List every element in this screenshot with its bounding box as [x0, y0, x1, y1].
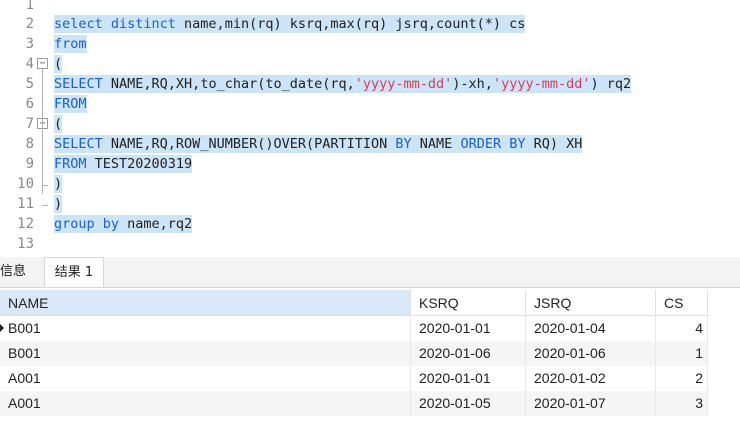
code-fragment: TEST20200319 [86, 156, 193, 172]
fold-toggle-icon[interactable]: − [37, 58, 48, 69]
keyword: from [54, 36, 87, 52]
code-fragment: name,rq2 [119, 216, 193, 232]
code-line-1: 1 [0, 0, 740, 15]
table-row[interactable]: B001 2020-01-01 2020-01-04 4 [0, 316, 708, 341]
code-line-5: 5 SELECT NAME,RQ,XH,to_char(to_date(rq,'… [0, 74, 740, 94]
line-number: 11 [17, 196, 34, 212]
code-fragment: ( [54, 116, 63, 132]
keyword: group by [54, 216, 120, 232]
code-fragment: ) [54, 176, 63, 192]
line-number: 3 [25, 36, 34, 52]
code-fragment: )-xh, [452, 76, 493, 92]
code-fragment: name,min(rq) ksrq,max(rq) jsrq,count(*) … [175, 16, 526, 32]
code-text: select distinct name,min(rq) ksrq,max(rq… [54, 15, 526, 33]
code-line-7: 7 − ( [0, 114, 740, 134]
line-number: 10 [17, 176, 34, 192]
result-tabs: 信息 结果 1 [0, 257, 740, 288]
code-text: ) [54, 175, 63, 193]
code-text: ( [54, 115, 63, 133]
fold-guide-end [42, 205, 48, 206]
line-number: 12 [17, 216, 34, 232]
keyword: FROM [54, 156, 87, 172]
result-grid: NAME KSRQ JSRQ CS B001 2020-01-01 2020-0… [0, 290, 740, 427]
cell-cs[interactable]: 3 [656, 391, 708, 416]
code-text: FROM TEST20200319 [54, 155, 193, 173]
cell-name[interactable]: A001 [0, 391, 411, 416]
code-fragment: ( [54, 56, 63, 72]
cell-ksrq[interactable]: 2020-01-01 [411, 316, 526, 341]
code-line-12: 12 group by name,rq2 [0, 214, 740, 234]
fold-guide-end [42, 185, 48, 186]
cell-jsrq[interactable]: 2020-01-04 [526, 316, 656, 341]
line-number: 7 [25, 116, 34, 132]
string-literal: 'yyyy-mm-dd' [492, 76, 591, 92]
keyword: select distinct [54, 16, 176, 32]
code-text: FROM [54, 95, 87, 113]
keyword: SELECT [54, 136, 103, 152]
cell-ksrq[interactable]: 2020-01-01 [411, 366, 526, 391]
line-number: 1 [25, 0, 34, 13]
code-text: ) [54, 195, 63, 213]
code-fragment: NAME,RQ,XH,to_char(to_date(rq, [102, 76, 355, 92]
code-fragment: RQ) XH [525, 136, 583, 152]
code-line-11: 11 ) [0, 194, 740, 214]
cell-ksrq[interactable]: 2020-01-05 [411, 391, 526, 416]
code-line-6: 6 FROM [0, 94, 740, 114]
column-header-cs[interactable]: CS [656, 290, 708, 316]
line-number: 6 [25, 96, 34, 112]
tab-result-1[interactable]: 结果 1 [44, 257, 104, 287]
cell-ksrq[interactable]: 2020-01-06 [411, 341, 526, 366]
code-line-10: 10 ) [0, 174, 740, 194]
cell-cs[interactable]: 4 [656, 316, 708, 341]
code-fragment: ) [54, 196, 63, 212]
line-number: 8 [25, 136, 34, 152]
cell-name[interactable]: A001 [0, 366, 411, 391]
tab-info[interactable]: 信息 [0, 257, 44, 287]
code-text: SELECT NAME,RQ,XH,to_char(to_date(rq,'yy… [54, 75, 632, 93]
code-line-9: 9 FROM TEST20200319 [0, 154, 740, 174]
fold-guide [42, 69, 43, 194]
code-line-2: 2 select distinct name,min(rq) ksrq,max(… [0, 14, 740, 34]
table-row[interactable]: A001 2020-01-01 2020-01-02 2 [0, 366, 708, 391]
keyword: FROM [54, 96, 87, 112]
cell-jsrq[interactable]: 2020-01-06 [526, 341, 656, 366]
code-line-3: 3 from [0, 34, 740, 54]
keyword: ORDER BY [460, 136, 526, 152]
column-header-jsrq[interactable]: JSRQ [526, 290, 656, 316]
line-number: 13 [17, 236, 34, 252]
cell-jsrq[interactable]: 2020-01-07 [526, 391, 656, 416]
table-row[interactable]: A001 2020-01-05 2020-01-07 3 [0, 391, 708, 416]
line-number: 9 [25, 156, 34, 172]
column-header-name[interactable]: NAME [0, 290, 411, 316]
code-text: ( [54, 55, 63, 73]
line-number: 2 [25, 16, 34, 32]
code-text: group by name,rq2 [54, 215, 193, 233]
cell-jsrq[interactable]: 2020-01-02 [526, 366, 656, 391]
cell-name[interactable]: B001 [0, 316, 411, 341]
sql-editor[interactable]: 1 2 select distinct name,min(rq) ksrq,ma… [0, 0, 740, 255]
cell-cs[interactable]: 2 [656, 366, 708, 391]
table-row[interactable]: B001 2020-01-06 2020-01-06 1 [0, 341, 708, 366]
code-text: from [54, 35, 87, 53]
string-literal: 'yyyy-mm-dd' [354, 76, 453, 92]
code-line-4: 4 − ( [0, 54, 740, 74]
column-header-ksrq[interactable]: KSRQ [411, 290, 526, 316]
keyword: BY [395, 136, 412, 152]
keyword: SELECT [54, 76, 103, 92]
code-text: SELECT NAME,RQ,ROW_NUMBER()OVER(PARTITIO… [54, 135, 583, 153]
code-fragment: ) rq2 [590, 76, 632, 92]
code-fragment: NAME,RQ,ROW_NUMBER()OVER(PARTITION [102, 136, 396, 152]
code-line-8: 8 SELECT NAME,RQ,ROW_NUMBER()OVER(PARTIT… [0, 134, 740, 154]
line-number: 4 [25, 56, 34, 72]
line-number: 5 [25, 76, 34, 92]
code-fragment: NAME [411, 136, 461, 152]
cell-cs[interactable]: 1 [656, 341, 708, 366]
cell-name[interactable]: B001 [0, 341, 411, 366]
code-line-13: 13 [0, 234, 740, 254]
